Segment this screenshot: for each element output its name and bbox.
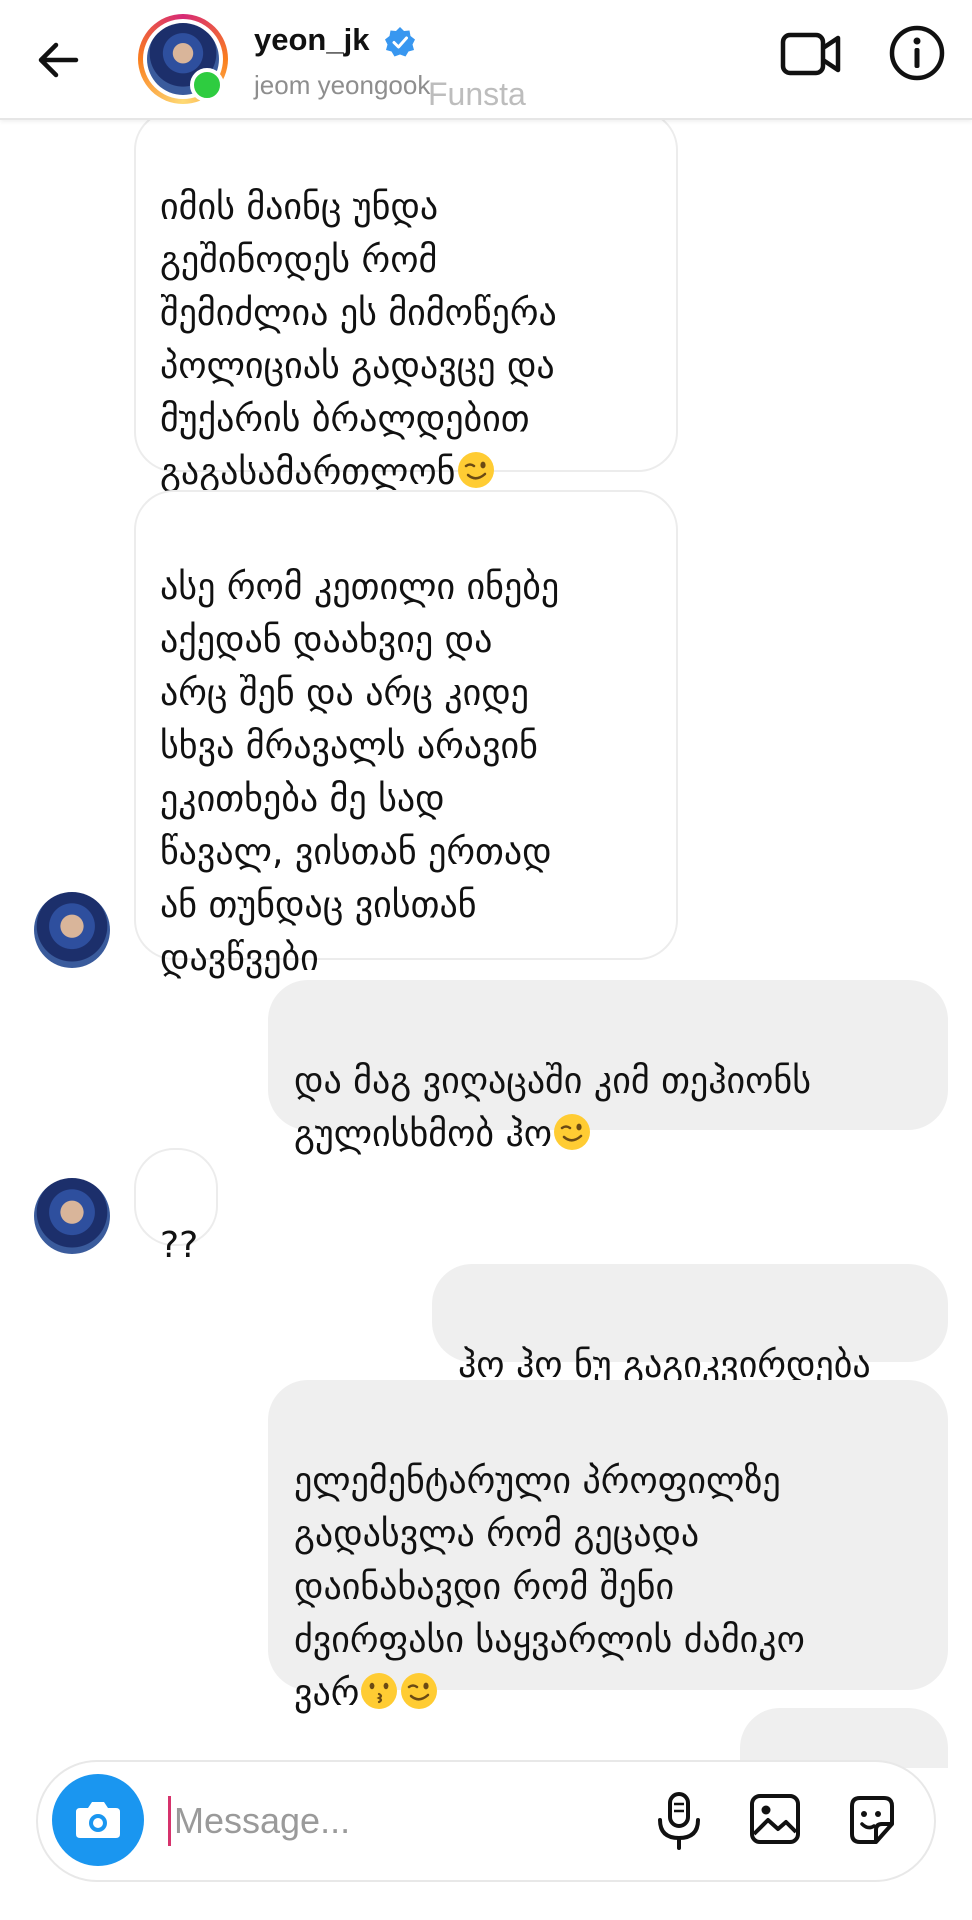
info-icon[interactable]: [888, 24, 946, 82]
text-cursor: [168, 1796, 171, 1846]
video-call-icon[interactable]: [780, 26, 842, 82]
wink-emoji-icon: [554, 1114, 591, 1150]
username[interactable]: yeon_jk: [254, 22, 369, 58]
camera-button[interactable]: [52, 1774, 144, 1866]
message-bubble-incoming[interactable]: იმის მაინც უნდა გეშინოდეს რომ შემიძლია ე…: [134, 110, 678, 493]
message-bubble-outgoing[interactable]: და მაგ ვიღაცაში კიმ თეჰიონს გულისხმობ ჰო: [268, 980, 948, 1155]
message-bubble-outgoing[interactable]: ელემენტარული პროფილზე გადასვლა რომ გეცად…: [268, 1380, 948, 1714]
full-name: jeom yeongook: [254, 70, 431, 100]
wink-emoji-icon: [457, 452, 494, 488]
message-text: ასე რომ კეთილი ინებე აქედან დაახვიე და ა…: [160, 567, 560, 979]
contact-avatar[interactable]: [34, 1178, 110, 1254]
message-bubble-incoming[interactable]: ??: [134, 1148, 218, 1266]
wink-emoji-icon: [401, 1673, 438, 1709]
back-arrow-icon[interactable]: [32, 34, 84, 86]
verified-badge-icon: [385, 27, 415, 57]
online-status-dot: [190, 68, 224, 102]
watermark-text: Funsta: [428, 76, 526, 112]
message-input[interactable]: [172, 1790, 616, 1852]
kissing-emoji-icon: [361, 1673, 398, 1709]
camera-icon: [76, 1802, 120, 1838]
microphone-icon[interactable]: [652, 1790, 706, 1852]
sticker-icon[interactable]: [844, 1792, 900, 1848]
message-text: იმის მაინც უნდა გეშინოდეს რომ შემიძლია ე…: [160, 187, 557, 493]
contact-avatar[interactable]: [34, 892, 110, 968]
message-text: ??: [160, 1225, 199, 1266]
message-bubble-outgoing-partial[interactable]: [740, 1708, 948, 1768]
image-gallery-icon[interactable]: [748, 1792, 802, 1846]
chat-header: yeon_jk jeom yeongook Funsta: [0, 0, 972, 120]
message-bubble-outgoing[interactable]: ჰო ჰო ნუ გაგიკვირდება: [432, 1264, 948, 1386]
message-bubble-incoming[interactable]: ასე რომ კეთილი ინებე აქედან დაახვიე და ა…: [134, 490, 678, 979]
